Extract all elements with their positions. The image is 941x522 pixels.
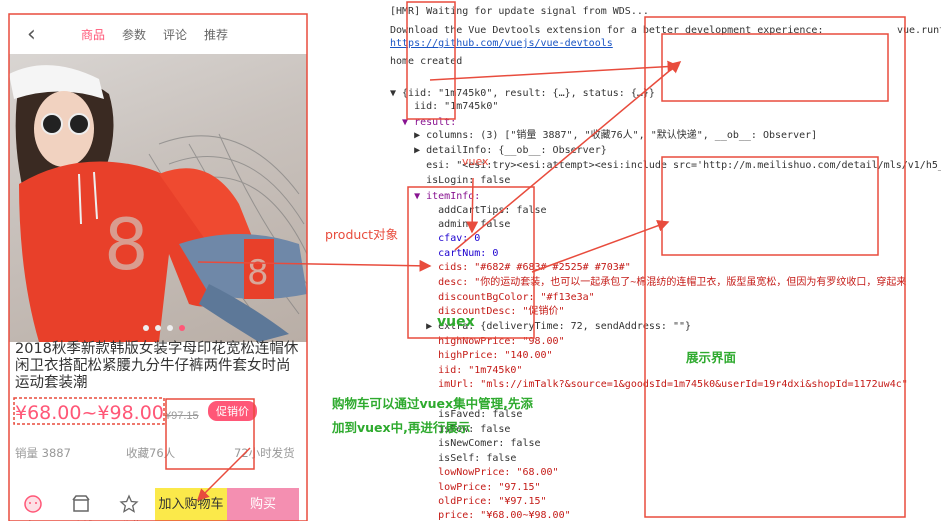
- annotation-cart-note-line1: 购物车可以通过vuex集中管理,先添: [332, 396, 533, 411]
- price-selection-box: [13, 397, 165, 425]
- display-ui-box: [644, 16, 906, 518]
- annotation-vuex: vuex: [437, 314, 475, 330]
- phone-outline-box: [8, 13, 308, 521]
- display-info-box: [661, 156, 879, 256]
- annotation-vuex-small: vuex: [462, 155, 489, 168]
- cart-highlight-box: [165, 398, 255, 470]
- annotation-cart-note-line2: 加到vuex中,再进行展示: [332, 420, 471, 435]
- iid-highlight-box: [406, 1, 456, 120]
- annotation-overlay: [8, 1, 906, 521]
- display-header-box: [661, 33, 889, 102]
- annotation-display-ui: 展示界面: [686, 350, 737, 365]
- annotation-product-object: product对象: [325, 227, 399, 242]
